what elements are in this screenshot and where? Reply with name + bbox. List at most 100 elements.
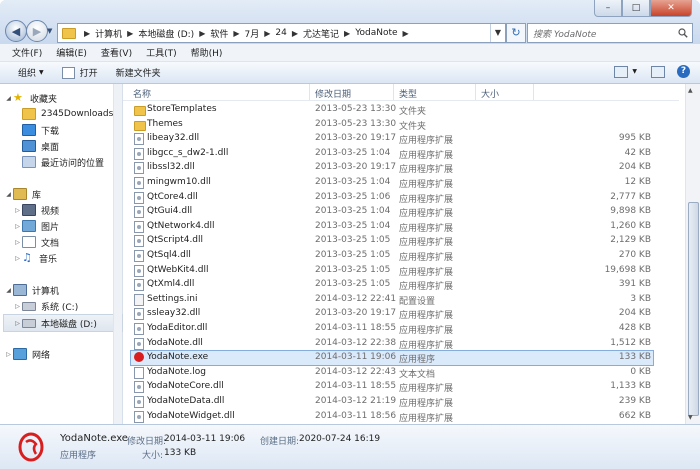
file-row[interactable]: libeay32.dll 2013-03-20 19:17 应用程序扩展 995 KB xyxy=(131,132,653,146)
recent-places-icon xyxy=(22,156,36,168)
refresh-button[interactable]: ↻ xyxy=(506,23,526,43)
nav-recent-places[interactable]: 最近访问的位置 xyxy=(22,154,104,170)
expand-icon[interactable]: ▷ xyxy=(13,303,22,310)
menu-view[interactable]: 查看(V) xyxy=(101,46,132,59)
file-row[interactable]: YodaNoteWidget.dll 2014-03-11 18:56 应用程序扩展… xyxy=(131,410,653,424)
nav-favorites[interactable]: ◢ ★ 收藏夹 xyxy=(4,90,57,106)
ini-file-icon xyxy=(134,293,144,306)
minimize-button[interactable]: – xyxy=(594,0,622,17)
collapse-icon[interactable]: ◢ xyxy=(4,287,13,294)
crumb-computer[interactable]: 计算机 xyxy=(95,27,122,40)
menu-help[interactable]: 帮助(H) xyxy=(191,46,223,59)
window-controls: – □ ✕ xyxy=(594,0,692,17)
expand-icon[interactable]: ▷ xyxy=(13,255,22,262)
vertical-scrollbar[interactable]: ▲ ▼ xyxy=(685,84,700,424)
file-row[interactable]: YodaNote.log 2014-03-12 22:43 文本文档 0 KB xyxy=(131,366,653,380)
nav-libraries[interactable]: ◢ 库 xyxy=(4,186,41,202)
organize-button[interactable]: 组织 ▼ xyxy=(18,66,44,79)
file-name: YodaNoteWidget.dll xyxy=(147,410,235,421)
nav-network[interactable]: ▷ 网络 xyxy=(4,346,50,362)
file-row[interactable]: YodaEditor.dll 2014-03-11 18:55 应用程序扩展 428 … xyxy=(131,322,653,336)
close-button[interactable]: ✕ xyxy=(650,0,692,17)
file-row[interactable]: QtSql4.dll 2013-03-25 1:05 应用程序扩展 270 KB xyxy=(131,249,653,263)
file-size: 204 KB xyxy=(618,162,651,173)
change-view-icon[interactable] xyxy=(614,65,629,78)
nav-item-label: 桌面 xyxy=(41,142,60,153)
column-date[interactable]: 修改日期 xyxy=(315,87,351,100)
crumb-drive-d[interactable]: 本地磁盘 (D:) xyxy=(138,27,194,40)
nav-item-label: 视频 xyxy=(41,206,60,217)
search-box[interactable]: 搜索 YodaNote xyxy=(527,23,693,43)
file-row[interactable]: YodaNote.exe 2014-03-11 19:06 应用程序 133 KB xyxy=(130,350,654,367)
file-row[interactable]: ssleay32.dll 2013-03-20 19:17 应用程序扩展 204 KB xyxy=(131,307,653,321)
nav-documents[interactable]: ▷ 文档 xyxy=(13,234,59,250)
menu-file[interactable]: 文件(F) xyxy=(12,46,42,59)
nav-drive-c[interactable]: ▷ 系统 (C:) xyxy=(13,298,78,314)
menu-tools[interactable]: 工具(T) xyxy=(146,46,177,59)
file-row[interactable]: QtCore4.dll 2013-03-25 1:06 应用程序扩展 2,777 KB xyxy=(131,191,653,205)
preview-pane-icon[interactable] xyxy=(651,65,665,78)
address-dropdown-icon[interactable]: ▼ xyxy=(490,24,505,42)
file-row[interactable]: libssl32.dll 2013-03-20 19:17 应用程序扩展 204 KB xyxy=(131,161,653,175)
file-row[interactable]: YodaNote.dll 2014-03-12 22:38 应用程序扩展 1,512 … xyxy=(131,337,653,351)
file-row[interactable]: QtNetwork4.dll 2013-03-25 1:04 应用程序扩展 1,260… xyxy=(131,220,653,234)
column-name[interactable]: 名称 xyxy=(133,87,151,100)
nav-videos[interactable]: ▷ 视频 xyxy=(13,202,59,218)
expand-icon[interactable]: ▷ xyxy=(13,207,22,214)
nav-desktop[interactable]: 桌面 xyxy=(22,138,59,154)
nav-2345downloads[interactable]: 2345Downloads xyxy=(22,106,113,122)
crumb-24[interactable]: 24 xyxy=(275,28,286,38)
nav-computer[interactable]: ◢ 计算机 xyxy=(4,282,59,298)
dll-file-icon xyxy=(134,235,144,248)
expand-icon[interactable]: ▷ xyxy=(13,223,22,230)
nav-pictures[interactable]: ▷ 图片 xyxy=(13,218,59,234)
file-size: 428 KB xyxy=(618,323,651,333)
back-button[interactable]: ◀ xyxy=(5,20,27,42)
file-date: 2014-03-12 22:41 xyxy=(315,293,397,304)
file-row[interactable]: QtXml4.dll 2013-03-25 1:05 应用程序扩展 391 KB xyxy=(131,278,653,292)
expand-icon[interactable]: ▷ xyxy=(13,320,22,327)
recent-pages-dropdown[interactable]: ▼ xyxy=(47,27,52,35)
file-row[interactable]: StoreTemplates 2013-05-23 13:30 文件夹 xyxy=(131,103,653,117)
view-dropdown-icon[interactable]: ▼ xyxy=(632,68,637,75)
video-library-icon xyxy=(22,204,36,216)
maximize-button[interactable]: □ xyxy=(622,0,650,17)
nav-music[interactable]: ▷ ♫ 音乐 xyxy=(13,250,57,266)
column-size[interactable]: 大小 xyxy=(481,87,499,100)
scrollbar-thumb[interactable] xyxy=(688,202,699,416)
scroll-down-icon[interactable]: ▼ xyxy=(688,414,693,421)
collapse-icon[interactable]: ◢ xyxy=(4,191,13,198)
file-name: YodaNote.dll xyxy=(147,337,203,348)
nav-drive-d[interactable]: ▷ 本地磁盘 (D:) xyxy=(3,314,123,332)
file-row[interactable]: YodaNoteData.dll 2014-03-12 21:19 应用程序扩展 23… xyxy=(131,395,653,409)
column-type[interactable]: 类型 xyxy=(399,87,417,100)
crumb-software[interactable]: 软件 xyxy=(210,27,228,40)
music-note-icon: ♫ xyxy=(22,251,32,264)
file-row[interactable]: QtWebKit4.dll 2013-03-25 1:05 应用程序扩展 19,698… xyxy=(131,264,653,278)
file-row[interactable]: YodaNoteCore.dll 2014-03-11 18:55 应用程序扩展 1,… xyxy=(131,380,653,394)
help-icon[interactable]: ? xyxy=(677,65,690,78)
file-list: 名称 修改日期 类型 大小 StoreTemplates 2013-05-23 1… xyxy=(123,84,700,424)
file-row[interactable]: Themes 2013-05-23 13:30 文件夹 xyxy=(131,118,653,132)
nav-downloads[interactable]: 下载 xyxy=(22,122,59,138)
collapse-icon[interactable]: ◢ xyxy=(4,95,13,102)
new-folder-button[interactable]: 新建文件夹 xyxy=(116,66,161,79)
forward-button[interactable]: ▶ xyxy=(26,20,48,42)
scroll-up-icon[interactable]: ▲ xyxy=(688,87,693,94)
nav-scrollbar[interactable] xyxy=(113,84,122,424)
menu-edit[interactable]: 编辑(E) xyxy=(56,46,87,59)
crumb-yodanote[interactable]: YodaNote xyxy=(355,28,397,38)
expand-icon[interactable]: ▷ xyxy=(13,239,22,246)
file-row[interactable]: QtScript4.dll 2013-03-25 1:05 应用程序扩展 2,129 … xyxy=(131,234,653,248)
file-row[interactable]: mingwm10.dll 2013-03-25 1:04 应用程序扩展 12 KB xyxy=(131,176,653,190)
address-bar[interactable]: ▶ 计算机 ▶ 本地磁盘 (D:) ▶ 软件 ▶ 7月 ▶ 24 ▶ 尤达笔记 … xyxy=(57,23,506,43)
explorer-window: – □ ✕ ◀ ▶ ▼ ▶ 计算机 ▶ 本地磁盘 (D:) ▶ 软件 ▶ 7月 … xyxy=(0,0,700,469)
file-row[interactable]: QtGui4.dll 2013-03-25 1:04 应用程序扩展 9,898 KB xyxy=(131,205,653,219)
expand-icon[interactable]: ▷ xyxy=(4,351,13,358)
open-button[interactable]: 打开 xyxy=(61,66,98,79)
crumb-yoda-notes[interactable]: 尤达笔记 xyxy=(303,27,339,40)
log-file-icon xyxy=(134,366,144,379)
file-row[interactable]: libgcc_s_dw2-1.dll 2013-03-25 1:04 应用程序扩展 4… xyxy=(131,147,653,161)
file-row[interactable]: Settings.ini 2014-03-12 22:41 配置设置 3 KB xyxy=(131,293,653,307)
crumb-july[interactable]: 7月 xyxy=(245,27,260,40)
